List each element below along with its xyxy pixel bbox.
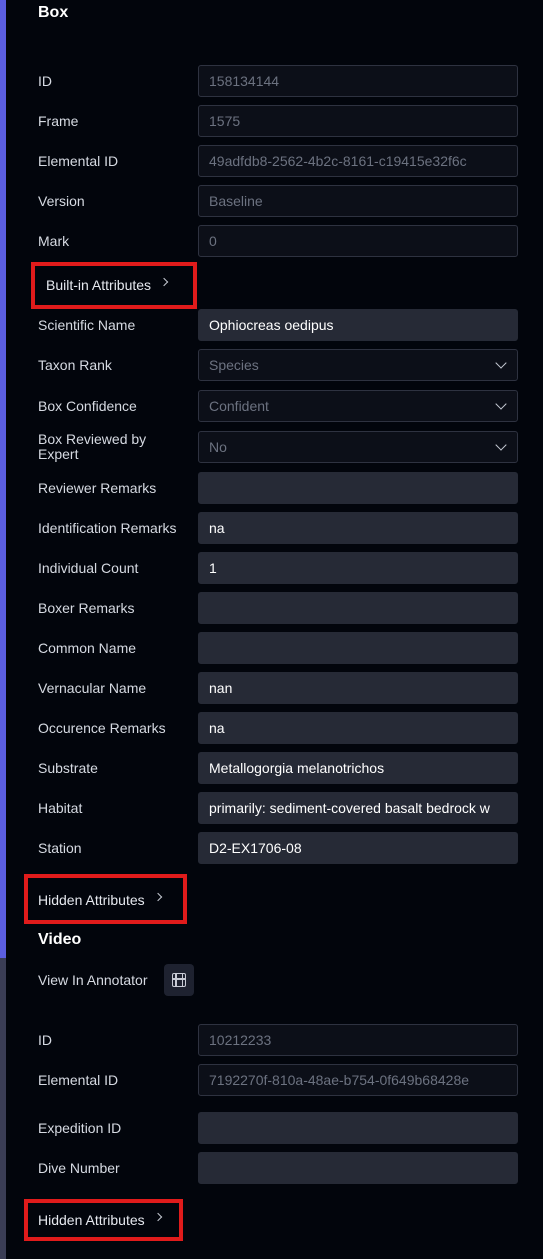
field-label: Elemental ID [38,1071,119,1088]
highlight-box [31,262,197,309]
dive-number-input[interactable] [198,1152,518,1184]
field-label: Frame [38,112,79,129]
field-label: Mark [38,232,70,249]
video-elemental-id-row: Elemental ID 7192270f-810a-48ae-b754-0f6… [38,1064,518,1096]
individual-count-input[interactable]: 1 [198,552,518,584]
field-label: Individual Count [38,559,139,576]
field-label: Taxon Rank [38,356,112,373]
select-value: No [209,439,227,455]
reviewer-remarks-input[interactable] [198,472,518,504]
accent-bar-secondary [0,958,6,1259]
accent-bar [0,0,6,958]
substrate-input[interactable]: Metallogorgia melanotrichos [198,752,518,784]
field-label: Elemental ID [38,152,119,169]
reviewer-remarks-row: Reviewer Remarks [38,472,518,504]
station-row: Station D2-EX1706-08 [38,832,518,864]
vernacular-name-row: Vernacular Name nan [38,672,518,704]
occurence-remarks-input[interactable]: na [198,712,518,744]
film-icon [172,973,186,987]
field-label: Occurence Remarks [38,719,166,736]
expedition-id-row: Expedition ID [38,1112,518,1144]
field-label: ID [38,72,52,89]
occurence-remarks-row: Occurence Remarks na [38,712,518,744]
chevron-down-icon [495,439,507,451]
box-frame-row: Frame 1575 [38,105,518,137]
view-in-annotator-label: View In Annotator [38,972,148,988]
box-id-field: 158134144 [198,65,518,97]
box-confidence-select[interactable]: Confident [198,390,518,422]
highlight-box [24,1199,183,1241]
field-label: Dive Number [38,1159,120,1176]
dive-number-row: Dive Number [38,1152,518,1184]
individual-count-row: Individual Count 1 [38,552,518,584]
select-value: Species [209,357,259,373]
field-label: Reviewer Remarks [38,479,157,496]
video-elemental-id-field: 7192270f-810a-48ae-b754-0f649b68428e [198,1064,518,1096]
common-name-input[interactable] [198,632,518,664]
chevron-down-icon [495,357,507,369]
taxon-rank-row: Taxon Rank Species [38,349,518,381]
field-label: Common Name [38,639,137,656]
field-label: Version [38,192,85,209]
field-label: Scientific Name [38,316,136,333]
video-id-row: ID 10212233 [38,1024,518,1056]
box-mark-field: 0 [198,225,518,257]
field-label: Vernacular Name [38,679,147,696]
box-mark-row: Mark 0 [38,225,518,257]
box-elemental-id-field: 49adfdb8-2562-4b2c-8161-c19415e32f6c [198,145,518,177]
habitat-input[interactable]: primarily: sediment-covered basalt bedro… [198,792,518,824]
box-id-row: ID 158134144 [38,65,518,97]
field-label: Expedition ID [38,1119,122,1136]
habitat-row: Habitat primarily: sediment-covered basa… [38,792,518,824]
chevron-down-icon [495,398,507,410]
station-input[interactable]: D2-EX1706-08 [198,832,518,864]
field-label: ID [38,1031,52,1048]
video-id-field: 10212233 [198,1024,518,1056]
highlight-box [24,874,187,924]
field-label: Box Reviewed by Expert [38,431,147,462]
field-label: Substrate [38,759,98,776]
taxon-rank-select[interactable]: Species [198,349,518,381]
expedition-id-input[interactable] [198,1112,518,1144]
scientific-name-row: Scientific Name Ophiocreas oedipus [38,309,518,341]
box-version-row: Version Baseline [38,185,518,217]
identification-remarks-input[interactable]: na [198,512,518,544]
vernacular-name-input[interactable]: nan [198,672,518,704]
field-label: Boxer Remarks [38,599,135,616]
box-reviewed-select[interactable]: No [198,431,518,463]
field-label: Identification Remarks [38,519,177,536]
scientific-name-input[interactable]: Ophiocreas oedipus [198,309,518,341]
field-label: Station [38,839,82,856]
box-frame-field: 1575 [198,105,518,137]
box-reviewed-row: Box Reviewed by Expert No [38,431,518,463]
identification-remarks-row: Identification Remarks na [38,512,518,544]
boxer-remarks-input[interactable] [198,592,518,624]
video-section-title: Video [38,931,82,948]
view-in-annotator-button[interactable] [164,964,194,996]
select-value: Confident [209,398,269,414]
field-label: Habitat [38,799,83,816]
substrate-row: Substrate Metallogorgia melanotrichos [38,752,518,784]
common-name-row: Common Name [38,632,518,664]
box-confidence-row: Box Confidence Confident [38,390,518,422]
box-version-field: Baseline [198,185,518,217]
boxer-remarks-row: Boxer Remarks [38,592,518,624]
field-label: Box Confidence [38,397,137,414]
box-section-title: Box [38,4,69,21]
box-elemental-id-row: Elemental ID 49adfdb8-2562-4b2c-8161-c19… [38,145,518,177]
